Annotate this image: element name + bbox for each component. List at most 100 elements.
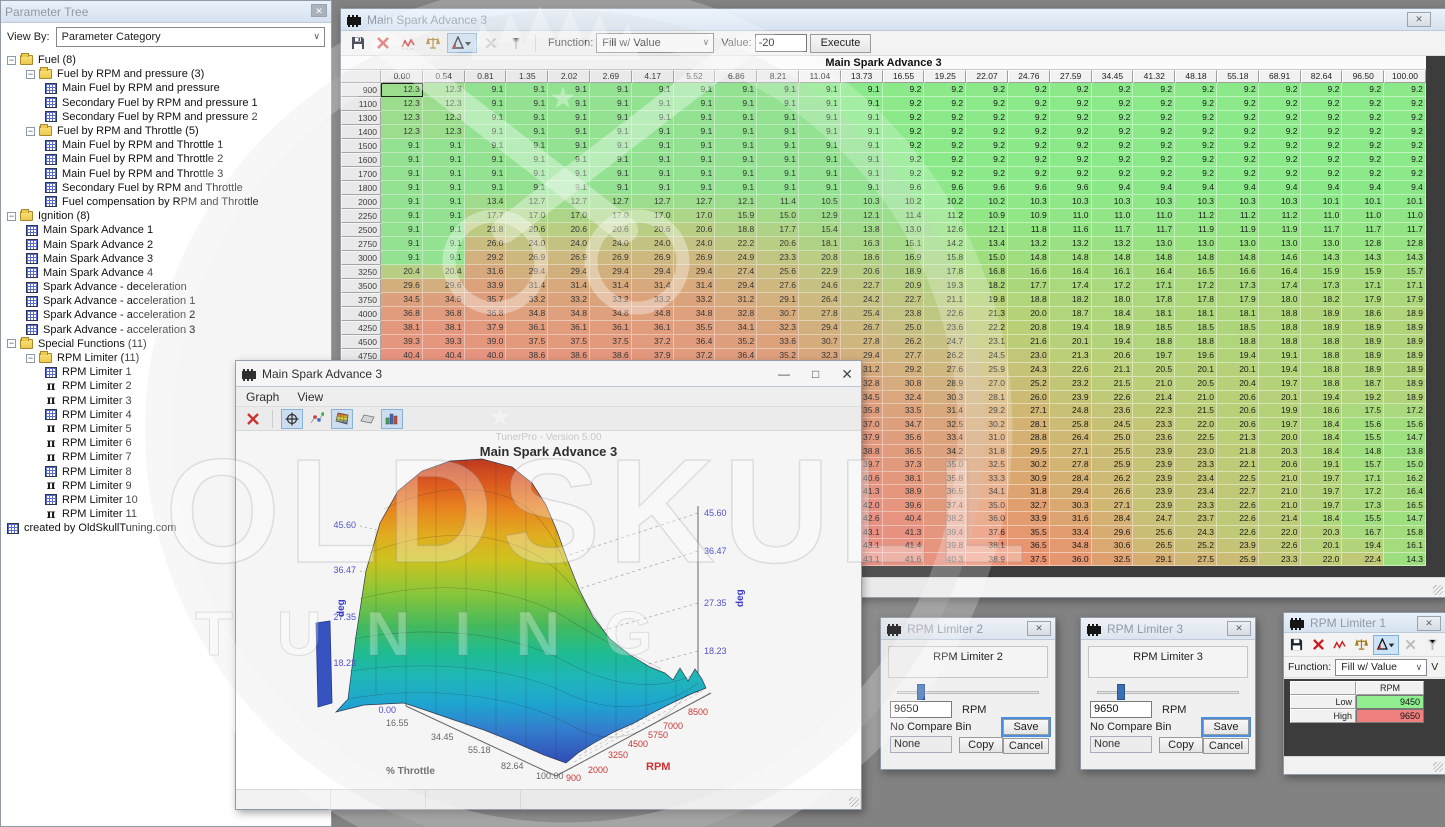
table-cell[interactable]: 22.4 <box>1342 553 1384 567</box>
table-cell[interactable]: 9.1 <box>632 111 674 125</box>
table-cell[interactable]: 31.4 <box>674 279 716 293</box>
table-cell[interactable]: 9.1 <box>632 167 674 181</box>
table-cell[interactable]: 24.5 <box>1092 418 1134 432</box>
table-cell[interactable]: 21.0 <box>1259 499 1301 513</box>
table-cell[interactable]: 24.0 <box>632 237 674 251</box>
table-cell[interactable]: 9.1 <box>715 167 757 181</box>
table-cell[interactable]: 15.9 <box>1301 265 1343 279</box>
table-cell[interactable]: 9.2 <box>1217 139 1259 153</box>
table-cell[interactable]: 33.4 <box>924 431 966 445</box>
close-icon[interactable]: ✕ <box>1227 621 1251 636</box>
table-cell[interactable]: 12.3 <box>423 125 465 139</box>
table-cell[interactable]: 20.5 <box>1133 363 1175 377</box>
table-cell[interactable]: 25.2 <box>1175 539 1217 553</box>
table-cell[interactable]: 22.2 <box>715 237 757 251</box>
expander-icon[interactable]: − <box>7 56 16 65</box>
table-cell[interactable]: 9.2 <box>966 83 1008 97</box>
table-cell[interactable]: 21.8 <box>1217 445 1259 459</box>
table-cell[interactable]: 9.6 <box>1008 181 1050 195</box>
table-cell[interactable]: 21.0 <box>1259 485 1301 499</box>
table-cell[interactable]: 17.7 <box>1008 279 1050 293</box>
table-cell[interactable]: 9.1 <box>548 167 590 181</box>
table-cell[interactable]: 18.9 <box>1342 349 1384 363</box>
table-cell[interactable]: 17.1 <box>1133 279 1175 293</box>
tree-item[interactable]: Spark Advance - acceleration 1 <box>1 294 331 308</box>
table-cell[interactable]: 9.2 <box>1050 139 1092 153</box>
compare-scales-icon[interactable] <box>1351 635 1370 655</box>
table-cell[interactable]: 20.0 <box>1008 307 1050 321</box>
table-cell[interactable]: 11.0 <box>1384 209 1426 223</box>
tree-item[interactable]: Spark Advance - deceleration <box>1 280 331 294</box>
table-cell[interactable]: 17.1 <box>1342 472 1384 486</box>
table-cell[interactable]: 23.8 <box>883 307 925 321</box>
table-cell[interactable]: 23.3 <box>1175 499 1217 513</box>
row-header[interactable]: 4000 <box>341 307 381 321</box>
table-cell[interactable]: 10.5 <box>799 195 841 209</box>
table-cell[interactable]: 9.1 <box>465 139 507 153</box>
table-cell[interactable]: 11.0 <box>1301 209 1343 223</box>
table-cell[interactable]: 23.9 <box>1133 445 1175 459</box>
clear-icon[interactable] <box>242 409 264 429</box>
table-cell[interactable]: 9.2 <box>1008 167 1050 181</box>
table-cell[interactable]: 9.2 <box>966 153 1008 167</box>
table-cell[interactable]: 13.2 <box>1008 237 1050 251</box>
table-cell[interactable]: 23.9 <box>1133 458 1175 472</box>
table-cell[interactable]: 35.0 <box>966 499 1008 513</box>
close-icon[interactable]: ✕ <box>841 366 853 383</box>
column-header[interactable]: 68.91 <box>1259 70 1301 83</box>
table-cell[interactable]: 18.8 <box>1133 335 1175 349</box>
table-cell[interactable]: 20.1 <box>1301 539 1343 553</box>
table-cell[interactable]: 26.2 <box>1092 472 1134 486</box>
table-cell[interactable]: 16.5 <box>1384 499 1426 513</box>
table-cell[interactable]: 29.4 <box>674 265 716 279</box>
table-cell[interactable]: 9.2 <box>1259 111 1301 125</box>
pan-icon[interactable] <box>281 409 303 429</box>
table-cell[interactable]: 9.1 <box>632 181 674 195</box>
table-cell[interactable]: 13.2 <box>1092 237 1134 251</box>
table-cell[interactable]: 14.8 <box>1175 251 1217 265</box>
row-header[interactable]: 2750 <box>341 237 381 251</box>
surface-chart-icon[interactable] <box>331 409 353 429</box>
table-cell[interactable]: 33.6 <box>757 335 799 349</box>
table-cell[interactable]: 32.7 <box>1008 499 1050 513</box>
table-cell[interactable]: 22.7 <box>1217 485 1259 499</box>
table-cell[interactable]: 21.3 <box>1217 431 1259 445</box>
table-cell[interactable]: 26.7 <box>841 321 883 335</box>
table-cell[interactable]: 9.1 <box>841 167 883 181</box>
table-cell[interactable]: 18.7 <box>1342 377 1384 391</box>
table-cell[interactable]: 20.3 <box>1301 526 1343 540</box>
column-header[interactable]: 27.59 <box>1050 70 1092 83</box>
table-cell[interactable]: 25.9 <box>966 363 1008 377</box>
table-cell[interactable]: 21.3 <box>1050 349 1092 363</box>
tree-item[interactable]: Secondary Fuel by RPM and Throttle <box>1 181 331 195</box>
table-cell[interactable]: 23.0 <box>1175 445 1217 459</box>
table-cell[interactable]: 19.6 <box>1175 349 1217 363</box>
table-cell[interactable]: 9.1 <box>506 97 548 111</box>
table-cell[interactable]: 20.0 <box>1259 431 1301 445</box>
table-cell[interactable]: 17.0 <box>632 209 674 223</box>
table-cell[interactable]: 9.2 <box>1301 153 1343 167</box>
table-cell[interactable]: 26.6 <box>1092 485 1134 499</box>
table-cell[interactable]: 9.1 <box>590 153 632 167</box>
table-cell[interactable]: 9.1 <box>590 139 632 153</box>
table-cell[interactable]: 18.8 <box>1259 321 1301 335</box>
table-cell[interactable]: 40.3 <box>924 553 966 567</box>
table-cell[interactable]: 26.4 <box>799 293 841 307</box>
table-cell[interactable]: 31.6 <box>465 265 507 279</box>
table-cell[interactable]: 20.4 <box>423 265 465 279</box>
table-cell[interactable]: 10.3 <box>1259 195 1301 209</box>
table-cell[interactable]: 10.3 <box>841 195 883 209</box>
column-header[interactable]: RPM <box>1356 681 1424 695</box>
trace-icon[interactable] <box>1330 635 1349 655</box>
table-cell[interactable]: 16.4 <box>1050 265 1092 279</box>
table-cell[interactable]: 9.4 <box>1217 181 1259 195</box>
delete-icon[interactable] <box>372 33 394 53</box>
table-cell[interactable]: 9.2 <box>1384 139 1426 153</box>
table-cell[interactable]: 9.1 <box>590 111 632 125</box>
table-cell[interactable]: 9.1 <box>674 97 716 111</box>
expander-icon[interactable]: − <box>7 339 16 348</box>
table-cell[interactable]: 9.2 <box>1133 97 1175 111</box>
table-cell[interactable]: 9.2 <box>1259 153 1301 167</box>
table-cell[interactable]: 35.2 <box>715 335 757 349</box>
table-cell[interactable]: 9.2 <box>966 97 1008 111</box>
